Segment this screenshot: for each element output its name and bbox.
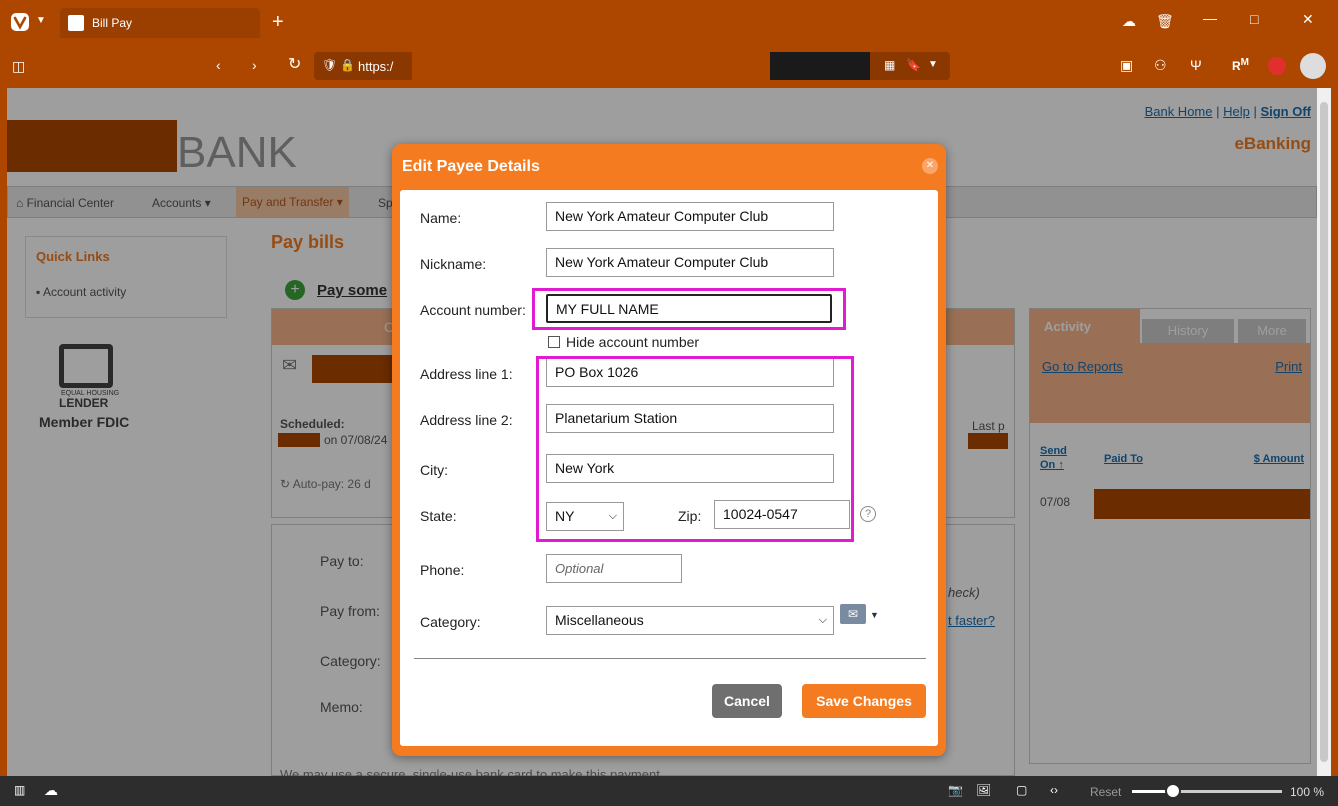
back-icon[interactable]: ‹ [216, 58, 221, 72]
name-input[interactable]: New York Amateur Computer Club [546, 202, 834, 231]
panel-icon[interactable]: ▥ [14, 784, 25, 796]
phone-input[interactable]: Optional [546, 554, 682, 583]
nickname-label: Nickname: [420, 256, 487, 272]
modal-body: Name: New York Amateur Computer Club Nic… [400, 190, 938, 746]
scrollbar-thumb[interactable] [1320, 102, 1328, 762]
page-scrollbar[interactable] [1317, 88, 1331, 776]
youtube-extension-icon[interactable] [1268, 57, 1286, 75]
extension-rm-icon[interactable]: RM [1232, 58, 1249, 73]
extension-w-icon[interactable]: Ψ [1190, 58, 1202, 72]
browser-tab-bar: ▼ Bill Pay + ☁ 🗑 — □ ✕ [0, 0, 1338, 44]
profile-avatar[interactable] [1300, 53, 1326, 79]
browser-status-bar: ▥ ☁ 📷 🖼 ▢ ‹› Reset 100 % [0, 776, 1338, 806]
chevron-down-icon: ▼ [36, 15, 46, 26]
screenshot-icon[interactable]: 📷 [948, 784, 963, 796]
save-changes-button[interactable]: Save Changes [802, 684, 926, 718]
email-payee-icon[interactable]: ✉ [840, 604, 866, 624]
category-select[interactable]: Miscellaneous ⌵ [546, 606, 834, 635]
hide-account-label[interactable]: Hide account number [566, 334, 699, 350]
lock-icon: 🔒 [340, 58, 355, 72]
vivaldi-menu-button[interactable]: ▼ [10, 12, 46, 32]
qr-code-icon[interactable]: ▦ [884, 59, 895, 71]
zip-help-icon[interactable]: ? [860, 506, 876, 522]
city-label: City: [420, 462, 448, 478]
shield-icon: 🛡 [322, 58, 338, 72]
redacted-url [412, 52, 770, 80]
address-highlight-box [536, 356, 854, 542]
name-label: Name: [420, 210, 462, 226]
address-bar[interactable]: 🛡 🔒 https:/ ▦ 🔖 ▼ [314, 52, 950, 80]
address-dropdown-icon[interactable]: ▼ [928, 60, 938, 70]
extension-icon[interactable]: ⚇ [1154, 58, 1167, 72]
reload-icon[interactable]: ↻ [288, 57, 301, 73]
modal-close-icon[interactable]: ✕ [922, 158, 938, 174]
trash-icon[interactable]: 🗑 [1156, 14, 1174, 28]
category-value: Miscellaneous [555, 612, 644, 628]
tab-bill-pay[interactable]: Bill Pay [60, 8, 260, 38]
email-dropdown-icon[interactable]: ▼ [870, 610, 879, 620]
tab-title: Bill Pay [92, 16, 133, 30]
zoom-slider[interactable] [1132, 783, 1282, 799]
reader-icon[interactable]: ▣ [1120, 58, 1133, 72]
minimize-icon[interactable]: — [1203, 11, 1217, 25]
tiling-icon[interactable]: ▢ [1016, 784, 1027, 796]
account-highlight-box [532, 288, 846, 330]
forward-icon[interactable]: › [252, 58, 257, 72]
image-icon[interactable]: 🖼 [976, 784, 991, 796]
cloud-icon[interactable]: ☁ [1122, 14, 1136, 28]
bookmark-icon[interactable]: 🔖 [906, 59, 921, 71]
edit-payee-modal: Edit Payee Details ✕ Name: New York Amat… [392, 144, 946, 756]
account-number-label: Account number: [420, 302, 526, 318]
url-text: https:/ [358, 59, 394, 74]
category-chevron-down-icon: ⌵ [818, 614, 827, 626]
zoom-slider-thumb[interactable] [1164, 783, 1181, 799]
cancel-button[interactable]: Cancel [712, 684, 782, 718]
vivaldi-logo-icon [11, 13, 29, 31]
redacted-url-dark [770, 52, 870, 80]
maximize-icon[interactable]: □ [1250, 12, 1258, 26]
modal-divider [414, 658, 926, 659]
address-line-2-label: Address line 2: [420, 412, 513, 428]
state-label: State: [420, 508, 457, 524]
hide-account-checkbox[interactable] [548, 336, 560, 348]
address-line-1-label: Address line 1: [420, 366, 513, 382]
tab-favicon [68, 15, 84, 31]
browser-toolbar: ◫ ‹ › ↻ 🛡 🔒 https:/ ▦ 🔖 ▼ ▣ ⚇ Ψ RM [0, 44, 1338, 88]
zoom-reset-button[interactable]: Reset [1090, 785, 1121, 799]
category-label: Category: [420, 614, 481, 630]
nickname-input[interactable]: New York Amateur Computer Club [546, 248, 834, 277]
code-icon[interactable]: ‹› [1050, 784, 1058, 796]
sync-cloud-icon[interactable]: ☁ [44, 783, 58, 797]
close-window-icon[interactable]: ✕ [1302, 12, 1314, 26]
new-tab-plus-icon[interactable]: + [272, 12, 284, 32]
panel-toggle-icon[interactable]: ◫ [12, 59, 25, 73]
zoom-level: 100 % [1290, 785, 1325, 799]
phone-label: Phone: [420, 562, 465, 578]
modal-title: Edit Payee Details [402, 158, 540, 175]
